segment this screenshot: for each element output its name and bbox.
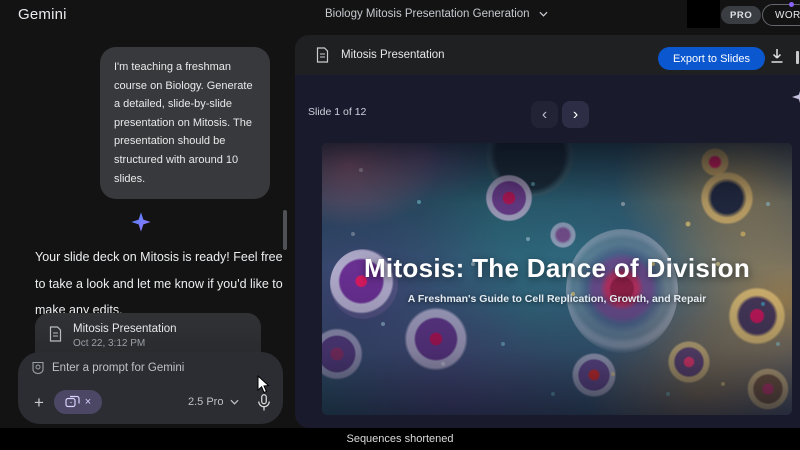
next-slide-button[interactable]: ›	[562, 101, 589, 128]
clipped-close-icon[interactable]	[796, 51, 799, 64]
slide-counter: Slide 1 of 12	[308, 106, 366, 118]
microphone-icon[interactable]	[255, 393, 273, 413]
conversation-title-menu[interactable]: Biology Mitosis Presentation Generation	[325, 8, 548, 20]
footer-caption: Sequences shortened	[346, 433, 453, 445]
blacked-out-region	[687, 0, 720, 28]
gemini-app: Gemini Biology Mitosis Presentation Gene…	[0, 0, 800, 428]
attachment-title: Mitosis Presentation	[73, 323, 177, 335]
chevron-down-icon	[230, 399, 239, 405]
add-attachment-button[interactable]: +	[28, 392, 50, 414]
document-icon	[316, 47, 329, 63]
slide-viewer: Slide 1 of 12 ‹ ›	[295, 75, 800, 428]
preview-title: Mitosis Presentation	[341, 49, 445, 61]
model-label: 2.5 Pro	[188, 396, 223, 408]
prompt-input[interactable]	[52, 362, 242, 374]
previous-slide-button[interactable]: ‹	[531, 101, 558, 128]
gemini-logo[interactable]: Gemini	[18, 6, 67, 23]
cell-illustration	[666, 339, 712, 385]
remove-attachment-icon[interactable]: ×	[85, 397, 91, 408]
conversation-title: Biology Mitosis Presentation Generation	[325, 8, 530, 20]
mouse-cursor	[256, 375, 270, 395]
slide-subtitle: A Freshman's Guide to Cell Replication, …	[322, 293, 792, 305]
cell-illustration	[322, 327, 364, 381]
export-to-slides-button[interactable]: Export to Slides	[658, 47, 765, 70]
assistant-message: Your slide deck on Mitosis is ready! Fee…	[35, 244, 287, 324]
footer-bar: Sequences shortened	[0, 428, 800, 450]
chevron-down-icon	[539, 11, 548, 17]
presentation-preview-panel: Mitosis Presentation Export to Slides Sl…	[295, 35, 800, 428]
canvas-attachment-chip[interactable]: ×	[54, 390, 102, 414]
notification-dot	[789, 2, 794, 7]
preview-header: Mitosis Presentation Export to Slides	[295, 35, 800, 75]
slide-title: Mitosis: The Dance of Division	[322, 253, 792, 284]
pro-badge[interactable]: PRO	[721, 6, 761, 24]
sparkle-icon[interactable]	[791, 87, 800, 107]
cell-illustration	[746, 367, 790, 411]
top-bar: Gemini Biology Mitosis Presentation Gene…	[0, 0, 800, 30]
model-picker[interactable]: 2.5 Pro	[188, 396, 239, 408]
cell-illustration	[400, 307, 472, 371]
user-message-bubble: I'm teaching a freshman course on Biolog…	[100, 47, 270, 199]
prompt-badge-icon	[32, 361, 44, 374]
slide-canvas[interactable]: Mitosis: The Dance of Division A Freshma…	[322, 143, 792, 415]
document-icon	[49, 326, 62, 342]
slides-icon	[65, 395, 80, 409]
work-badge[interactable]: WORK	[762, 4, 800, 26]
chat-scrollbar[interactable]	[283, 210, 287, 250]
cell-illustration	[570, 351, 618, 399]
download-icon[interactable]	[768, 47, 786, 65]
prompt-bar	[18, 352, 283, 424]
gemini-sparkle-icon	[130, 211, 152, 233]
attachment-timestamp: Oct 22, 3:12 PM	[73, 338, 177, 349]
